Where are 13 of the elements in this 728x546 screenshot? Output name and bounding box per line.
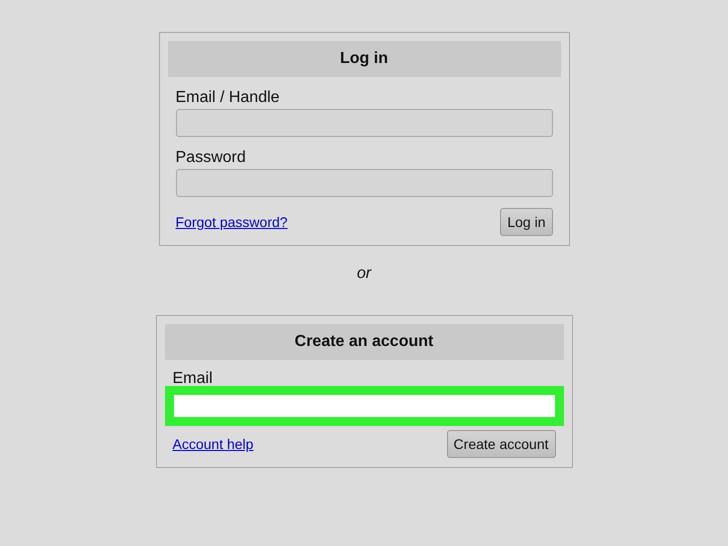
field-label: Password	[176, 149, 247, 167]
help-link[interactable]: Account help	[172, 436, 254, 452]
separator-text: or	[356, 265, 372, 283]
help-link[interactable]: Forgot password?	[176, 214, 288, 230]
panel-title: Log in	[168, 41, 560, 77]
submit-button[interactable]: Log in	[500, 208, 552, 236]
field-label: Email / Handle	[176, 89, 281, 107]
highlighted-input-field[interactable]	[174, 395, 554, 417]
input-field[interactable]	[176, 169, 552, 197]
field-label: Email	[172, 370, 214, 388]
submit-button[interactable]: Create account	[446, 430, 556, 458]
input-field[interactable]	[176, 109, 552, 137]
panel-title: Create an account	[164, 324, 564, 360]
